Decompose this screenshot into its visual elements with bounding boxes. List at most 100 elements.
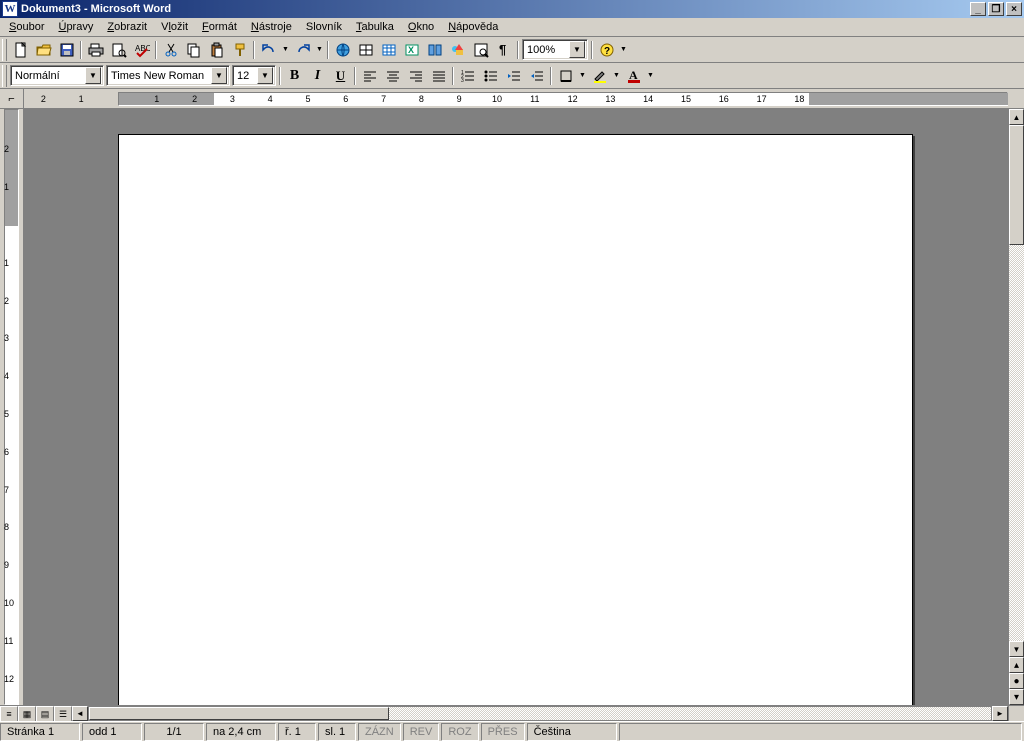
web-layout-view-button[interactable]: ▦ [18, 706, 36, 722]
font-combo[interactable]: Times New Roman ▼ [106, 65, 230, 86]
horizontal-ruler[interactable]: 21123456789101112131415161718 [24, 89, 1008, 108]
document-map-button[interactable] [469, 39, 492, 61]
restore-button[interactable]: ❐ [988, 2, 1004, 16]
close-mdi-button[interactable]: × [1006, 2, 1022, 16]
outline-view-button[interactable]: ☰ [54, 706, 72, 722]
increase-indent-button[interactable] [525, 65, 548, 87]
scroll-left-button[interactable]: ◄ [72, 706, 88, 721]
status-language[interactable]: Čeština [527, 723, 617, 741]
menu-nápověda[interactable]: Nápověda [441, 19, 505, 35]
menu-nástroje[interactable]: Nástroje [244, 19, 299, 35]
print-layout-view-button[interactable]: ▤ [36, 706, 54, 722]
open-button[interactable] [32, 39, 55, 61]
menu-soubor[interactable]: Soubor [2, 19, 51, 35]
menu-úpravy[interactable]: Úpravy [51, 19, 100, 35]
insert-table-button[interactable] [377, 39, 400, 61]
status-at: na 2,4 cm [206, 723, 276, 741]
italic-button[interactable]: I [306, 65, 329, 87]
chevron-down-icon[interactable]: ▼ [85, 67, 101, 84]
toolbar-separator [251, 39, 257, 61]
minimize-button[interactable]: _ [970, 2, 986, 16]
highlight-button[interactable] [588, 65, 611, 87]
columns-button[interactable] [423, 39, 446, 61]
undo-dropdown[interactable]: ▼ [280, 39, 291, 61]
zoom-value: 100% [527, 44, 569, 56]
previous-page-button[interactable]: ▴ [1009, 657, 1024, 673]
new-document-button[interactable] [9, 39, 32, 61]
print-preview-button[interactable] [107, 39, 130, 61]
help-dropdown[interactable]: ▼ [618, 39, 629, 61]
menu-zobrazit[interactable]: Zobrazit [100, 19, 154, 35]
redo-dropdown[interactable]: ▼ [314, 39, 325, 61]
svg-text:¶: ¶ [499, 42, 506, 57]
redo-button[interactable] [291, 39, 314, 61]
copy-button[interactable] [182, 39, 205, 61]
underline-button[interactable]: U [329, 65, 352, 87]
font-color-dropdown[interactable]: ▼ [645, 65, 656, 87]
toolbar-separator [450, 65, 456, 87]
status-rec[interactable]: ZÁZN [358, 723, 401, 741]
status-spacer [619, 723, 1022, 741]
align-left-button[interactable] [358, 65, 381, 87]
scroll-up-button[interactable]: ▲ [1009, 109, 1024, 125]
status-ovr[interactable]: PŘES [481, 723, 525, 741]
decrease-indent-button[interactable] [502, 65, 525, 87]
window-title: Dokument3 - Microsoft Word [21, 3, 171, 15]
bold-button[interactable]: B [283, 65, 306, 87]
font-size-combo[interactable]: 12 ▼ [232, 65, 276, 86]
hscroll-thumb[interactable] [89, 707, 389, 720]
cut-button[interactable] [159, 39, 182, 61]
svg-text:ABC: ABC [135, 44, 150, 53]
menu-vložit[interactable]: Vložit [154, 19, 195, 35]
scroll-thumb[interactable] [1009, 125, 1024, 245]
document-page[interactable] [118, 134, 913, 705]
scroll-down-button[interactable]: ▼ [1009, 641, 1024, 657]
font-size-value: 12 [237, 70, 257, 82]
hyperlink-button[interactable] [331, 39, 354, 61]
ruler-corner[interactable]: ⌐ [0, 89, 24, 108]
drawing-button[interactable] [446, 39, 469, 61]
status-line: ř. 1 [278, 723, 316, 741]
status-ext[interactable]: ROZ [441, 723, 478, 741]
print-button[interactable] [84, 39, 107, 61]
insert-worksheet-button[interactable]: X [400, 39, 423, 61]
undo-button[interactable] [257, 39, 280, 61]
borders-button[interactable] [554, 65, 577, 87]
vertical-ruler[interactable]: 1234567891011121321 [0, 109, 24, 705]
align-right-button[interactable] [404, 65, 427, 87]
spellcheck-button[interactable]: ABC [130, 39, 153, 61]
numbering-button[interactable]: 123 [456, 65, 479, 87]
justify-button[interactable] [427, 65, 450, 87]
font-color-button[interactable]: A [622, 65, 645, 87]
bullets-button[interactable] [479, 65, 502, 87]
status-rev[interactable]: REV [403, 723, 440, 741]
next-page-button[interactable]: ▾ [1009, 689, 1024, 705]
borders-dropdown[interactable]: ▼ [577, 65, 588, 87]
vertical-scrollbar[interactable]: ▲ ▼ ▴ ● ▾ [1008, 109, 1024, 705]
chevron-down-icon[interactable]: ▼ [569, 41, 585, 58]
save-button[interactable] [55, 39, 78, 61]
chevron-down-icon[interactable]: ▼ [211, 67, 227, 84]
browse-object-button[interactable]: ● [1009, 673, 1024, 689]
chevron-down-icon[interactable]: ▼ [257, 67, 273, 84]
highlight-dropdown[interactable]: ▼ [611, 65, 622, 87]
format-painter-button[interactable] [228, 39, 251, 61]
paste-button[interactable] [205, 39, 228, 61]
document-viewport[interactable] [24, 109, 1008, 705]
menu-formát[interactable]: Formát [195, 19, 244, 35]
title-bar: W Dokument3 - Microsoft Word _ ❐ × [0, 0, 1024, 18]
toolbar-separator [153, 39, 159, 61]
menu-slovník[interactable]: Slovník [299, 19, 349, 35]
help-button[interactable]: ? [595, 39, 618, 61]
normal-view-button[interactable]: ≡ [0, 706, 18, 722]
zoom-combo[interactable]: 100% ▼ [522, 39, 588, 60]
hscroll-track[interactable] [88, 706, 992, 721]
style-combo[interactable]: Normální ▼ [10, 65, 104, 86]
tables-borders-button[interactable] [354, 39, 377, 61]
align-center-button[interactable] [381, 65, 404, 87]
scroll-right-button[interactable]: ► [992, 706, 1008, 721]
menu-tabulka[interactable]: Tabulka [349, 19, 401, 35]
menu-okno[interactable]: Okno [401, 19, 441, 35]
scroll-track[interactable] [1009, 125, 1024, 641]
show-formatting-button[interactable]: ¶ [492, 39, 515, 61]
